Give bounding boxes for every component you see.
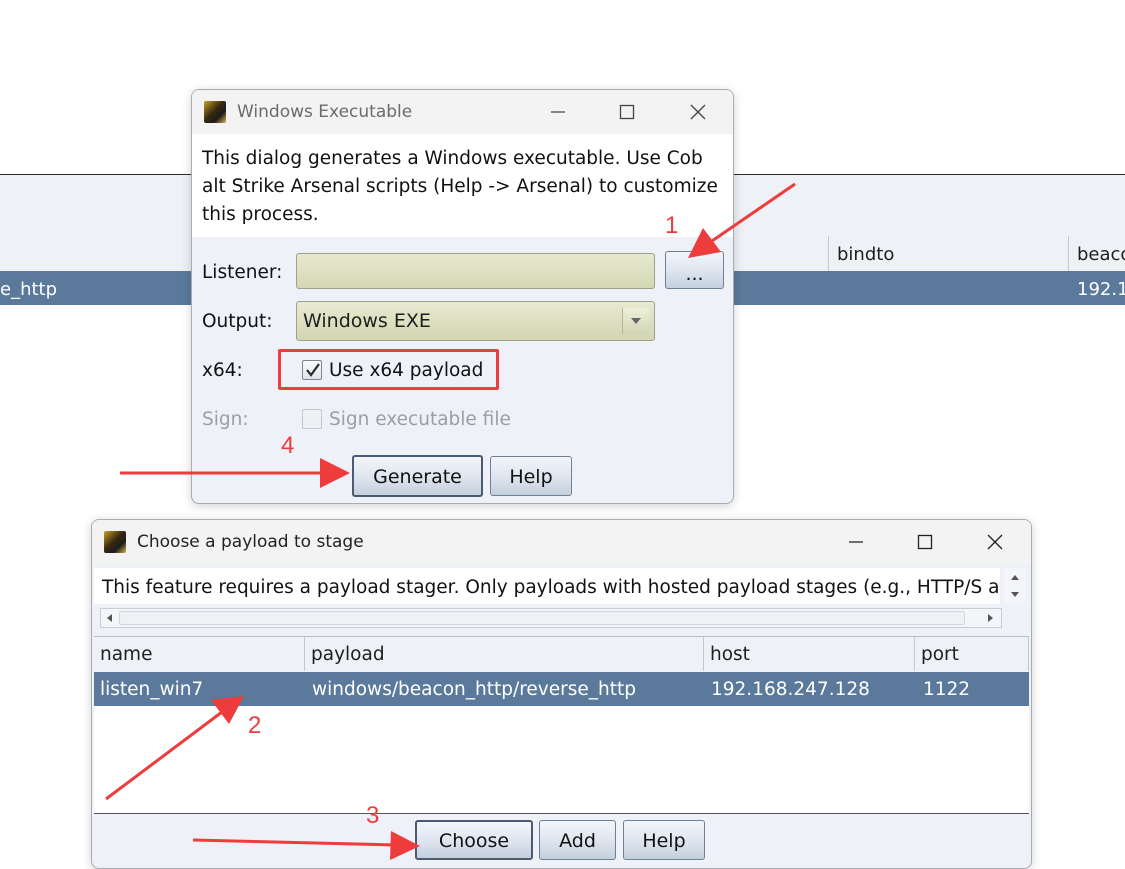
column-payload[interactable]: payload bbox=[305, 637, 704, 671]
column-name[interactable]: name bbox=[94, 637, 305, 671]
choose-button[interactable]: Choose bbox=[415, 820, 533, 860]
maximize-icon[interactable] bbox=[895, 520, 955, 564]
help-button[interactable]: Help bbox=[623, 820, 705, 860]
close-icon[interactable] bbox=[965, 520, 1025, 564]
description-vertical-scroll[interactable] bbox=[1004, 568, 1026, 604]
highlight-box bbox=[278, 349, 499, 390]
titlebar[interactable]: Choose a payload to stage bbox=[92, 520, 1031, 564]
dialog-description: This dialog generates a Windows executab… bbox=[192, 134, 733, 237]
listener-browse-button[interactable]: ... bbox=[665, 251, 724, 289]
sign-checkbox[interactable] bbox=[302, 409, 322, 429]
dialog-title: Choose a payload to stage bbox=[137, 532, 364, 552]
bg-column-bindto[interactable]: bindto bbox=[828, 236, 1068, 271]
listener-field[interactable] bbox=[296, 253, 655, 289]
minimize-icon[interactable] bbox=[826, 520, 886, 564]
cell-port: 1122 bbox=[923, 679, 971, 700]
column-port[interactable]: port bbox=[915, 637, 1029, 671]
annotation-step-4: 4 bbox=[281, 432, 295, 459]
listener-label: Listener: bbox=[202, 262, 283, 283]
help-button[interactable]: Help bbox=[490, 456, 572, 496]
app-icon bbox=[204, 101, 226, 123]
payload-table: name payload host port listen_win7 windo… bbox=[94, 636, 1029, 814]
cell-host: 192.168.247.128 bbox=[711, 679, 870, 700]
bg-column-beacon[interactable]: beaco bbox=[1068, 236, 1125, 271]
scroll-arrows-icon bbox=[1011, 575, 1019, 597]
close-icon[interactable] bbox=[668, 90, 728, 134]
bg-row-beacon: 192.1 bbox=[1077, 279, 1125, 300]
description-horizontal-scrollbar[interactable] bbox=[100, 608, 1002, 628]
output-select-value: Windows EXE bbox=[303, 310, 431, 332]
dialog-title: Windows Executable bbox=[237, 102, 413, 122]
table-header: name payload host port bbox=[94, 637, 1029, 673]
annotation-step-3: 3 bbox=[366, 802, 380, 829]
generate-button[interactable]: Generate bbox=[352, 455, 483, 497]
app-icon bbox=[104, 531, 126, 553]
titlebar[interactable]: Windows Executable bbox=[192, 90, 733, 134]
bg-row-name: e_http bbox=[0, 279, 58, 300]
column-host[interactable]: host bbox=[704, 637, 915, 671]
cell-payload: windows/beacon_http/reverse_http bbox=[312, 679, 636, 700]
output-label: Output: bbox=[202, 311, 273, 332]
scroll-left-icon[interactable] bbox=[103, 609, 117, 627]
minimize-icon[interactable] bbox=[528, 90, 588, 134]
maximize-icon[interactable] bbox=[597, 90, 657, 134]
output-select[interactable]: Windows EXE bbox=[296, 301, 655, 341]
sign-label: Sign: bbox=[202, 409, 249, 430]
chevron-down-icon[interactable] bbox=[622, 308, 649, 334]
windows-executable-dialog: Windows Executable This dialog generates… bbox=[191, 89, 734, 504]
choose-payload-dialog: Choose a payload to stage This feature r… bbox=[91, 519, 1032, 869]
dialog-description: This feature requires a payload stager. … bbox=[94, 568, 1000, 604]
x64-label: x64: bbox=[202, 360, 243, 381]
annotation-step-1: 1 bbox=[665, 212, 679, 239]
sign-checkbox-label[interactable]: Sign executable file bbox=[329, 409, 511, 430]
scroll-right-icon[interactable] bbox=[983, 609, 997, 627]
annotation-step-2: 2 bbox=[248, 712, 262, 739]
add-button[interactable]: Add bbox=[539, 820, 616, 860]
scroll-thumb[interactable] bbox=[119, 611, 965, 625]
cell-name: listen_win7 bbox=[100, 679, 204, 700]
table-row[interactable]: listen_win7 windows/beacon_http/reverse_… bbox=[94, 672, 1029, 706]
